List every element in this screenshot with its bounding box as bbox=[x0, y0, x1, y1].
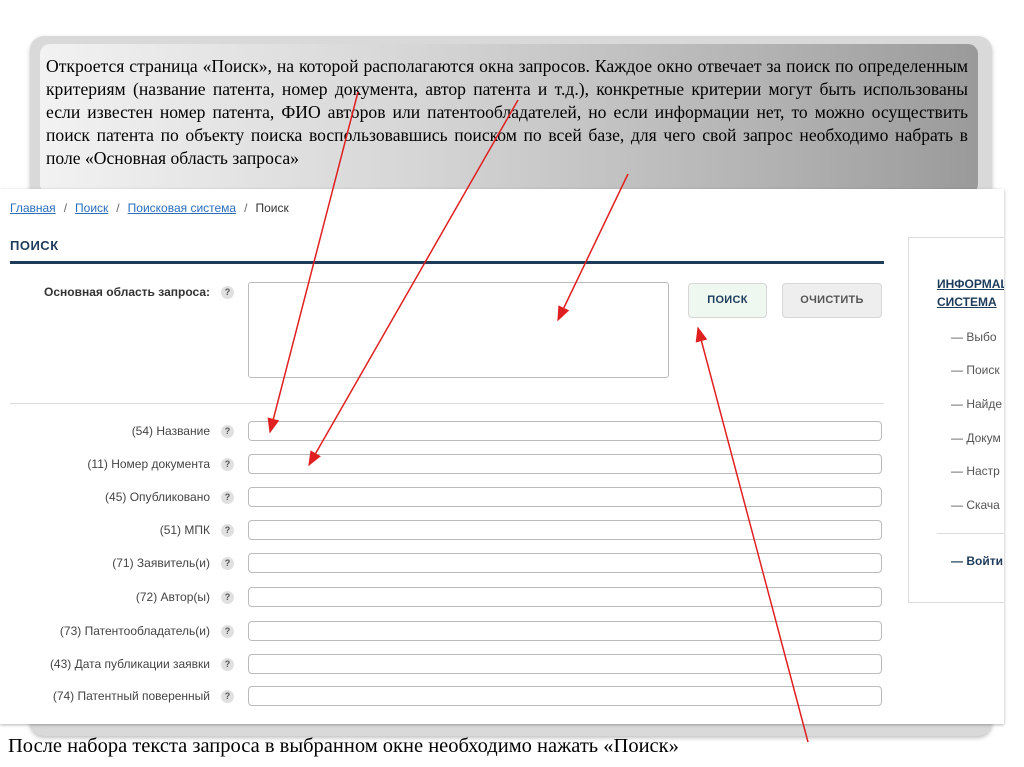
published-input[interactable] bbox=[248, 487, 882, 507]
help-icon[interactable]: ? bbox=[221, 524, 234, 537]
title-underline bbox=[10, 261, 884, 264]
breadcrumb-current: Поиск bbox=[255, 201, 289, 215]
help-icon[interactable]: ? bbox=[221, 557, 234, 570]
help-icon[interactable]: ? bbox=[221, 425, 234, 438]
field-label: (71) Заявитель(и) bbox=[112, 556, 210, 570]
field-label: (73) Патентообладатель(и) bbox=[59, 624, 210, 638]
sidebar-title-line: СИСТЕМА bbox=[937, 295, 997, 309]
document-number-input[interactable] bbox=[248, 454, 882, 474]
sidebar-title-link[interactable]: ИНФОРМАЦ СИСТЕМА bbox=[937, 275, 1004, 311]
help-icon[interactable]: ? bbox=[221, 591, 234, 604]
sidebar: ИНФОРМАЦ СИСТЕМА — Выбо — Поиск — Найде … bbox=[908, 237, 1004, 603]
field-label: (74) Патентный поверенный bbox=[52, 689, 210, 703]
sidebar-divider bbox=[937, 533, 1004, 534]
breadcrumb-separator: / bbox=[244, 201, 248, 215]
field-row-author: (72) Автор(ы) ? bbox=[0, 587, 890, 609]
field-row-patent-attorney: (74) Патентный поверенный ? bbox=[0, 686, 890, 708]
sidebar-item-select[interactable]: — Выбо bbox=[951, 330, 997, 344]
clear-button[interactable]: ОЧИСТИТЬ bbox=[782, 283, 882, 318]
help-icon[interactable]: ? bbox=[221, 458, 234, 471]
help-icon[interactable]: ? bbox=[221, 690, 234, 703]
breadcrumb-home-link[interactable]: Главная bbox=[10, 201, 56, 215]
field-row-published: (45) Опубликовано ? bbox=[0, 487, 890, 509]
caption-bottom: После набора текста запроса в выбранном … bbox=[8, 735, 679, 757]
applicant-input[interactable] bbox=[248, 553, 882, 573]
patent-holder-input[interactable] bbox=[248, 621, 882, 641]
sidebar-item-settings[interactable]: — Настр bbox=[951, 464, 1000, 478]
field-label: (51) МПК bbox=[159, 523, 210, 537]
field-row-title: (54) Название ? bbox=[0, 421, 890, 443]
page-title: ПОИСК bbox=[10, 238, 59, 253]
caption-top: Откроется страница «Поиск», на которой р… bbox=[46, 56, 968, 168]
ipc-input[interactable] bbox=[248, 520, 882, 540]
field-label: (54) Название bbox=[131, 424, 210, 438]
field-row-applicant: (71) Заявитель(и) ? bbox=[0, 553, 890, 575]
sidebar-item-documents[interactable]: — Докум bbox=[951, 431, 1001, 445]
search-button[interactable]: ПОИСК bbox=[688, 283, 767, 318]
breadcrumb-separator: / bbox=[63, 201, 68, 215]
sidebar-item-found[interactable]: — Найде bbox=[951, 397, 1002, 411]
field-row-ipc: (51) МПК ? bbox=[0, 520, 890, 542]
breadcrumb-separator: / bbox=[116, 201, 120, 215]
field-label: (43) Дата публикации заявки bbox=[49, 657, 210, 671]
sidebar-title-line: ИНФОРМАЦ bbox=[937, 277, 1004, 291]
breadcrumb: Главная / Поиск / Поисковая система / Поиск bbox=[10, 201, 289, 215]
search-page-screenshot: Главная / Поиск / Поисковая система / Поиск ПО… bbox=[0, 189, 1004, 724]
patent-attorney-input[interactable] bbox=[248, 686, 882, 706]
field-row-patent-holder: (73) Патентообладатель(и) ? bbox=[0, 621, 890, 643]
application-date-input[interactable] bbox=[248, 654, 882, 674]
main-query-textarea[interactable] bbox=[248, 282, 669, 378]
help-icon[interactable]: ? bbox=[221, 658, 234, 671]
field-label: (11) Номер документа bbox=[87, 457, 210, 471]
sidebar-item-search[interactable]: — Поиск bbox=[951, 363, 1000, 377]
sidebar-item-download[interactable]: — Скача bbox=[951, 498, 1000, 512]
section-divider bbox=[10, 403, 884, 404]
field-row-application-date: (43) Дата публикации заявки ? bbox=[0, 654, 890, 676]
field-label: (45) Опубликовано bbox=[105, 490, 210, 504]
help-icon[interactable]: ? bbox=[221, 625, 234, 638]
help-icon[interactable]: ? bbox=[221, 491, 234, 504]
breadcrumb-search-link[interactable]: Поиск bbox=[75, 201, 108, 215]
sidebar-login-link[interactable]: — Войти bbox=[951, 554, 1003, 568]
author-input[interactable] bbox=[248, 587, 882, 607]
breadcrumb-search-system-link[interactable]: Поисковая система bbox=[128, 201, 236, 215]
main-query-label: Основная область запроса: bbox=[44, 285, 210, 299]
field-label: (72) Автор(ы) bbox=[135, 590, 210, 604]
help-icon[interactable]: ? bbox=[221, 286, 234, 299]
field-row-document-number: (11) Номер документа ? bbox=[0, 454, 890, 476]
title-input[interactable] bbox=[248, 421, 882, 441]
